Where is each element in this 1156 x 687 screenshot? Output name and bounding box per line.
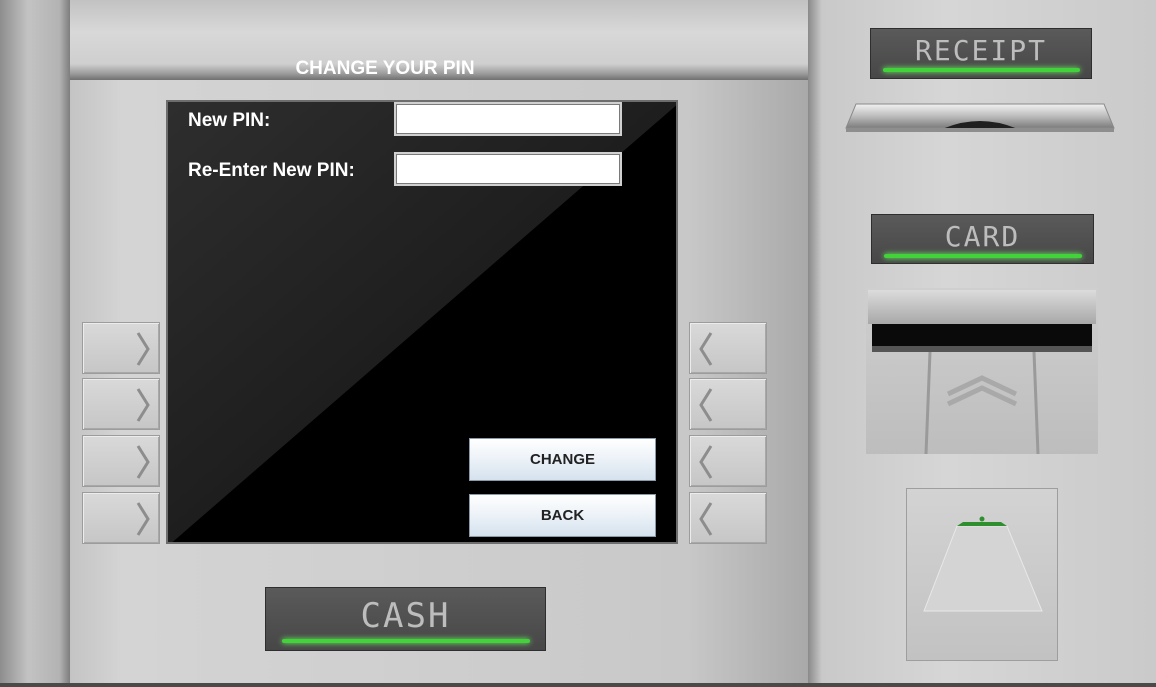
left-side-key-3[interactable]	[82, 435, 160, 487]
cash-indicator-light	[282, 639, 530, 643]
receipt-indicator-light	[883, 68, 1080, 72]
change-button[interactable]: CHANGE	[469, 438, 656, 481]
screen-title: CHANGE YOUR PIN	[295, 58, 475, 79]
back-button[interactable]: BACK	[469, 494, 656, 537]
left-side-key-4[interactable]	[82, 492, 160, 544]
chevron-right-icon	[136, 445, 150, 479]
deposit-slot	[906, 488, 1058, 661]
chevron-right-icon	[136, 388, 150, 422]
cash-panel: CASH	[265, 587, 546, 651]
chevron-left-icon	[699, 502, 713, 536]
chevron-left-icon	[699, 332, 713, 366]
atm-screen: New PIN: Re-Enter New PIN: CHANGE BACK	[166, 100, 678, 544]
chevron-left-icon	[699, 388, 713, 422]
receipt-slot	[845, 103, 1115, 132]
left-side-key-2[interactable]	[82, 378, 160, 430]
deposit-tray-icon	[923, 516, 1043, 612]
card-label: CARD	[944, 220, 1021, 253]
right-side-key-2[interactable]	[689, 378, 767, 430]
card-panel: CARD	[871, 214, 1094, 264]
bottom-edge	[0, 683, 1156, 687]
right-side-key-4[interactable]	[689, 492, 767, 544]
reenter-pin-label: Re-Enter New PIN:	[188, 160, 355, 181]
atm-left-edge	[0, 0, 70, 687]
card-slot	[866, 288, 1098, 454]
right-side-key-3[interactable]	[689, 435, 767, 487]
cash-label: CASH	[360, 596, 451, 636]
card-indicator-light	[884, 254, 1082, 258]
new-pin-input[interactable]	[394, 102, 622, 136]
receipt-panel: RECEIPT	[870, 28, 1092, 79]
chevron-right-icon	[136, 332, 150, 366]
reenter-pin-input[interactable]	[394, 152, 622, 186]
new-pin-label: New PIN:	[188, 110, 271, 131]
chevron-left-icon	[699, 445, 713, 479]
chevron-right-icon	[136, 502, 150, 536]
left-side-key-1[interactable]	[82, 322, 160, 374]
right-side-key-1[interactable]	[689, 322, 767, 374]
receipt-label: RECEIPT	[914, 34, 1047, 67]
